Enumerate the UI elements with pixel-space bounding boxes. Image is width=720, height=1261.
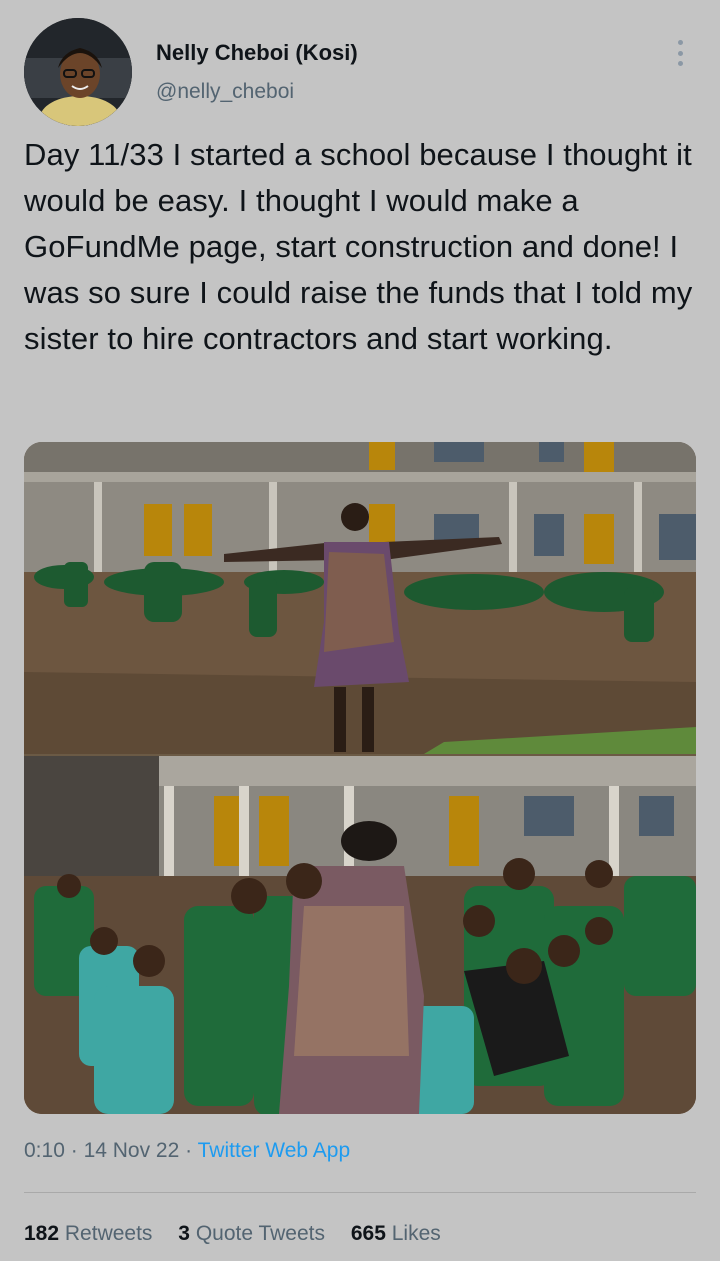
tweet-meta: 0:10 · 14 Nov 22 · Twitter Web App (24, 1139, 350, 1163)
tweet-text: Day 11/33 I started a school because I t… (24, 137, 693, 356)
profile-photo-icon (24, 18, 132, 126)
likes-label: Likes (391, 1222, 441, 1245)
more-options-icon[interactable] (668, 36, 692, 70)
divider (24, 1192, 696, 1193)
media-panel-bottom (24, 756, 696, 1114)
likes-count: 665 (350, 1222, 386, 1245)
tweet-date[interactable]: 14 Nov 22 (84, 1139, 180, 1162)
retweets-stat[interactable]: 182 Retweets (24, 1222, 152, 1245)
more-dot (677, 61, 683, 66)
tweet-source-link[interactable]: Twitter Web App (198, 1139, 351, 1162)
tweet-stats: 182 Retweets 3 Quote Tweets 665 Likes (24, 1222, 461, 1246)
author-handle[interactable]: @nelly_cheboi (156, 80, 294, 104)
tweet: Nelly Cheboi (Kosi) @nelly_cheboi Day 11… (0, 0, 720, 1261)
quotes-count: 3 (178, 1222, 190, 1245)
author-display-name[interactable]: Nelly Cheboi (Kosi) (156, 40, 358, 66)
meta-separator: · (185, 1139, 193, 1162)
meta-separator: · (70, 1139, 78, 1162)
photo-icon (24, 442, 696, 1114)
more-dot (677, 50, 683, 56)
quote-tweets-stat[interactable]: 3 Quote Tweets (178, 1222, 325, 1245)
tweet-time[interactable]: 0:10 (24, 1139, 65, 1162)
quotes-label: Quote Tweets (195, 1222, 326, 1245)
more-dot (677, 40, 683, 45)
tweet-media[interactable] (24, 442, 696, 1114)
likes-stat[interactable]: 665 Likes (351, 1222, 441, 1245)
retweets-count: 182 (24, 1222, 60, 1245)
media-panel-top (24, 442, 696, 754)
avatar[interactable] (24, 18, 132, 126)
retweets-label: Retweets (64, 1222, 153, 1245)
